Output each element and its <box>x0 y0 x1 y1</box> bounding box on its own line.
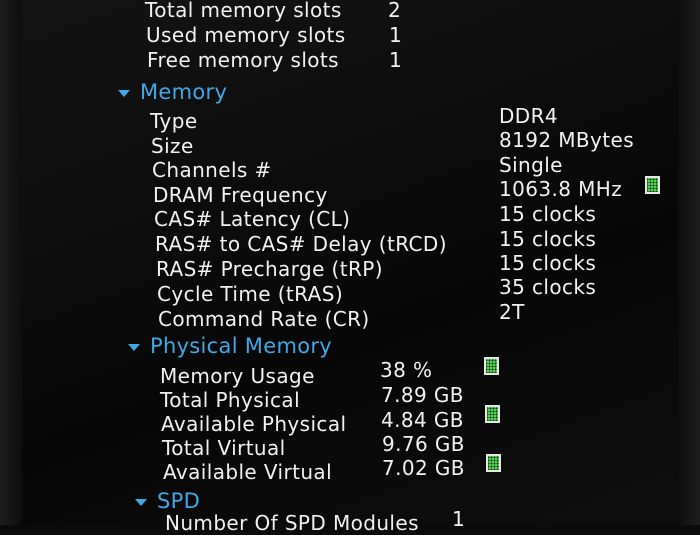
collapse-arrow-icon[interactable] <box>118 89 130 97</box>
spd-modules-value: 1 <box>452 507 466 531</box>
monitor-bezel-right <box>678 0 700 525</box>
total-physical-label: Total Physical <box>160 388 301 412</box>
trcd-label: RAS# to CAS# Delay (tRCD) <box>155 232 447 256</box>
trp-label: RAS# Precharge (tRP) <box>156 257 383 281</box>
tras-value: 35 clocks <box>499 275 597 299</box>
memory-usage-value: 38 % <box>380 358 433 382</box>
memory-section-title: Memory <box>140 80 228 104</box>
command-rate-label: Command Rate (CR) <box>158 307 370 331</box>
dram-frequency-label: DRAM Frequency <box>153 183 328 207</box>
trcd-value: 15 clocks <box>499 227 597 251</box>
trp-value: 15 clocks <box>499 251 597 275</box>
ram-icon[interactable] <box>645 176 660 194</box>
screen: Total memory slots 2 Used memory slots 1… <box>0 0 700 535</box>
spd-section-header[interactable]: SPD <box>135 489 200 513</box>
available-physical-value: 4.84 GB <box>381 408 464 432</box>
available-physical-label: Available Physical <box>161 412 347 436</box>
ram-icon[interactable] <box>484 357 499 375</box>
memory-usage-label: Memory Usage <box>160 364 315 388</box>
total-physical-value: 7.89 GB <box>381 383 464 407</box>
total-slots-label: Total memory slots <box>145 0 342 22</box>
dram-frequency-value: 1063.8 MHz <box>499 177 623 201</box>
type-label: Type <box>150 109 198 133</box>
collapse-arrow-icon[interactable] <box>135 498 147 506</box>
physical-memory-section-title: Physical Memory <box>150 334 333 358</box>
available-virtual-label: Available Virtual <box>163 460 333 484</box>
total-slots-value: 2 <box>388 0 402 22</box>
command-rate-value: 2T <box>499 300 525 324</box>
cas-latency-value: 15 clocks <box>499 202 597 226</box>
free-slots-label: Free memory slots <box>147 48 339 72</box>
total-virtual-label: Total Virtual <box>162 436 286 460</box>
spd-section-title: SPD <box>157 489 201 513</box>
channels-label: Channels # <box>152 158 272 182</box>
ram-icon[interactable] <box>485 405 500 423</box>
spd-modules-label: Number Of SPD Modules <box>165 511 419 535</box>
cas-latency-label: CAS# Latency (CL) <box>154 207 351 231</box>
collapse-arrow-icon[interactable] <box>128 343 140 351</box>
channels-value: Single <box>499 153 563 177</box>
size-value: 8192 MBytes <box>499 128 635 152</box>
total-virtual-value: 9.76 GB <box>382 432 465 456</box>
tras-label: Cycle Time (tRAS) <box>157 282 344 306</box>
used-slots-value: 1 <box>389 23 403 47</box>
size-label: Size <box>151 134 194 158</box>
physical-memory-section-header[interactable]: Physical Memory <box>128 334 332 358</box>
used-slots-label: Used memory slots <box>146 23 346 47</box>
available-virtual-value: 7.02 GB <box>382 456 465 480</box>
type-value: DDR4 <box>499 104 559 128</box>
ram-icon[interactable] <box>486 454 501 472</box>
monitor-bezel-left <box>0 0 22 525</box>
memory-section-header[interactable]: Memory <box>118 80 227 104</box>
free-slots-value: 1 <box>389 48 403 72</box>
